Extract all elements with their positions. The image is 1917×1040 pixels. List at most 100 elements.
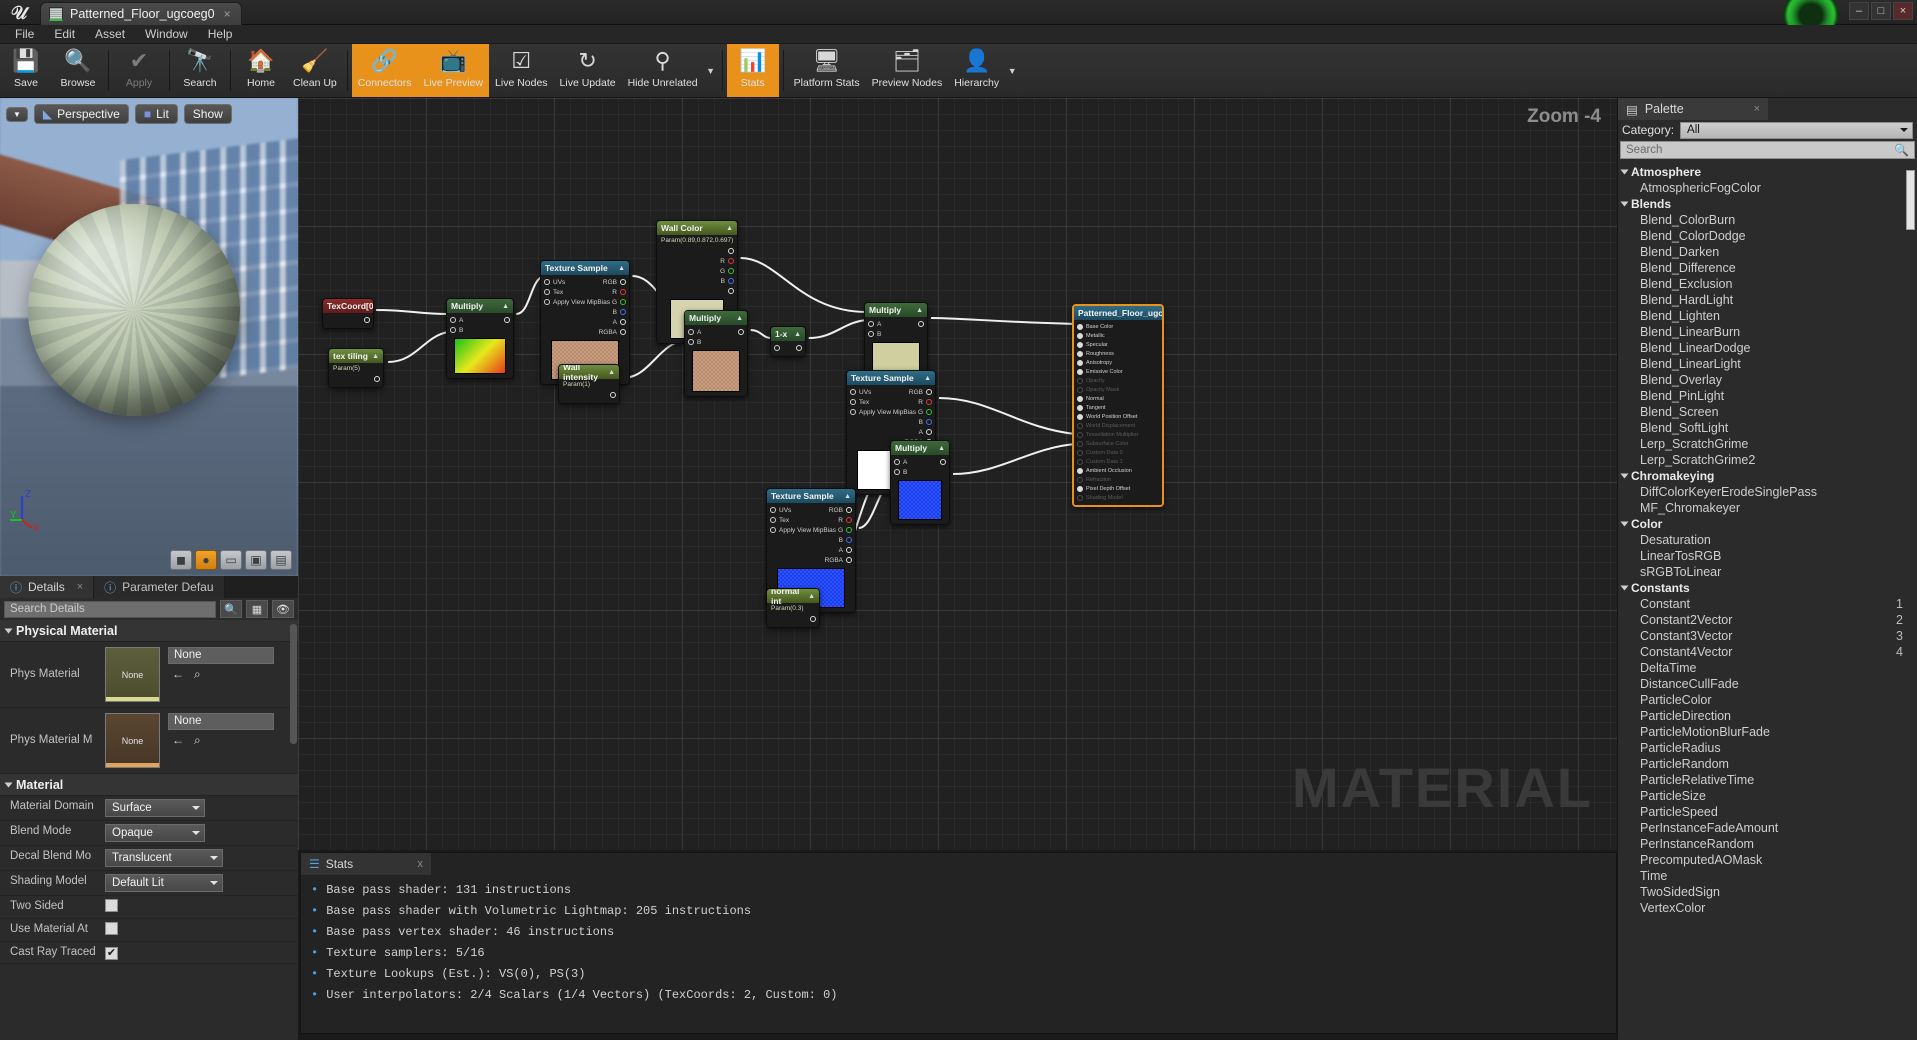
eye-icon[interactable]: 👁: [272, 600, 294, 618]
palette-item[interactable]: VertexColor: [1618, 900, 1917, 916]
node-output-pin[interactable]: [738, 329, 744, 335]
node-output-pin[interactable]: [926, 389, 932, 395]
toolbar-connectors-button[interactable]: 🔗 Connectors: [351, 44, 418, 97]
result-input-pin[interactable]: [1077, 431, 1083, 438]
toolbar-live-nodes-button[interactable]: ☑ Live Nodes: [489, 44, 554, 97]
palette-item[interactable]: MF_Chromakeyer: [1618, 500, 1917, 516]
node-input-pin[interactable]: [688, 339, 694, 345]
node-input-pin[interactable]: [450, 327, 456, 333]
minimize-button[interactable]: –: [1849, 2, 1869, 20]
node-input-pin[interactable]: [544, 289, 550, 295]
viewport-show-button[interactable]: Show: [183, 104, 232, 124]
use-selected-arrow-icon[interactable]: ←: [172, 667, 184, 682]
palette-item[interactable]: Lerp_ScratchGrime2: [1618, 452, 1917, 468]
result-input-pin[interactable]: [1077, 413, 1083, 420]
node-output-pin[interactable]: [796, 345, 802, 351]
graph-node-mult2[interactable]: Multiply ▲ A B: [684, 310, 748, 397]
palette-item[interactable]: sRGBToLinear: [1618, 564, 1917, 580]
palette-item[interactable]: PrecomputedAOMask: [1618, 852, 1917, 868]
palette-item[interactable]: Constant2Vector 2: [1618, 612, 1917, 628]
palette-category-color[interactable]: Color: [1618, 516, 1917, 532]
result-input-pin[interactable]: [1077, 476, 1083, 483]
palette-item[interactable]: Blend_Overlay: [1618, 372, 1917, 388]
node-output-pin[interactable]: [846, 537, 852, 543]
node-output-pin[interactable]: [846, 547, 852, 553]
property-dropdown[interactable]: Surface: [105, 799, 205, 817]
palette-item[interactable]: Blend_SoftLight: [1618, 420, 1917, 436]
graph-node-mult4[interactable]: Multiply ▲ A B: [890, 440, 950, 525]
shape-cylinder-button[interactable]: ◼: [170, 550, 192, 570]
collapse-arrow-icon[interactable]: ▲: [916, 307, 923, 314]
node-output-pin[interactable]: [620, 329, 626, 335]
node-output-pin[interactable]: [926, 419, 932, 425]
material-graph-canvas[interactable]: Zoom -4 MATERIAL TexCoord[0]▲tex tiling▲…: [298, 98, 1617, 850]
node-output-pin[interactable]: [728, 288, 734, 294]
palette-item[interactable]: ParticleSize: [1618, 788, 1917, 804]
node-output-pin[interactable]: [846, 557, 852, 563]
palette-item[interactable]: PerInstanceRandom: [1618, 836, 1917, 852]
node-input-pin[interactable]: [770, 507, 776, 513]
node-output-pin[interactable]: [926, 399, 932, 405]
node-output-pin[interactable]: [728, 268, 734, 274]
palette-category-blends[interactable]: Blends: [1618, 196, 1917, 212]
tab-details[interactable]: ⓘ Details ×: [0, 576, 95, 598]
palette-item[interactable]: Blend_ColorDodge: [1618, 228, 1917, 244]
node-output-pin[interactable]: [846, 527, 852, 533]
property-checkbox[interactable]: [105, 899, 118, 912]
grid-view-icon[interactable]: ▦: [246, 600, 268, 618]
use-selected-arrow-icon[interactable]: ←: [172, 733, 184, 748]
node-output-pin[interactable]: [940, 459, 946, 465]
palette-item[interactable]: Blend_HardLight: [1618, 292, 1917, 308]
result-input-pin[interactable]: [1077, 368, 1083, 375]
palette-item[interactable]: ParticleDirection: [1618, 708, 1917, 724]
details-section-header[interactable]: Physical Material: [0, 620, 298, 642]
palette-item[interactable]: ParticleRadius: [1618, 740, 1917, 756]
asset-name-field[interactable]: None: [168, 647, 274, 664]
collapse-arrow-icon[interactable]: ▲: [808, 593, 815, 600]
palette-item[interactable]: Blend_Lighten: [1618, 308, 1917, 324]
collapse-arrow-icon[interactable]: ▲: [618, 265, 625, 272]
result-input-pin[interactable]: [1077, 395, 1083, 402]
node-output-pin[interactable]: [918, 321, 924, 327]
palette-item[interactable]: ParticleSpeed: [1618, 804, 1917, 820]
toolbar-live-preview-button[interactable]: 📺 Live Preview: [417, 44, 490, 97]
shape-cube-button[interactable]: ▣: [245, 550, 267, 570]
palette-item[interactable]: Blend_Screen: [1618, 404, 1917, 420]
viewport-lit-button[interactable]: ■ Lit: [134, 104, 178, 124]
node-input-pin[interactable]: [774, 345, 780, 351]
palette-item[interactable]: Blend_Exclusion: [1618, 276, 1917, 292]
palette-item[interactable]: Constant3Vector 3: [1618, 628, 1917, 644]
close-icon[interactable]: ×: [77, 581, 83, 593]
preview-sphere-mesh[interactable]: [28, 204, 240, 416]
palette-category-constants[interactable]: Constants: [1618, 580, 1917, 596]
property-dropdown[interactable]: Translucent: [105, 849, 223, 867]
palette-item[interactable]: Blend_LinearBurn: [1618, 324, 1917, 340]
collapse-arrow-icon[interactable]: ▲: [794, 331, 801, 338]
graph-node-texTiling[interactable]: tex tiling ▲ Param(5): [328, 348, 384, 388]
toolbar-platform-stats-button[interactable]: 🖥 Platform Stats: [788, 44, 866, 97]
toolbar-browse-button[interactable]: 🔍 Browse: [52, 44, 104, 97]
palette-item[interactable]: Blend_Difference: [1618, 260, 1917, 276]
palette-item[interactable]: LinearTosRGB: [1618, 548, 1917, 564]
node-input-pin[interactable]: [868, 331, 874, 337]
graph-node-texcoord[interactable]: TexCoord[0]▲: [322, 298, 374, 329]
palette-item[interactable]: Blend_Darken: [1618, 244, 1917, 260]
node-input-pin[interactable]: [850, 399, 856, 405]
asset-tab[interactable]: Patterned_Floor_ugcoeg0 ×: [40, 2, 242, 25]
result-input-pin[interactable]: [1077, 359, 1083, 366]
node-input-pin[interactable]: [850, 389, 856, 395]
node-output-pin[interactable]: [728, 248, 734, 254]
node-output-pin[interactable]: [728, 258, 734, 264]
palette-item[interactable]: DeltaTime: [1618, 660, 1917, 676]
result-input-pin[interactable]: [1077, 323, 1083, 330]
node-output-pin[interactable]: [610, 392, 616, 398]
collapse-arrow-icon[interactable]: ▲: [608, 369, 615, 376]
node-output-pin[interactable]: [810, 616, 816, 622]
palette-item[interactable]: ParticleColor: [1618, 692, 1917, 708]
toolbar-search-button[interactable]: 🔭 Search: [174, 44, 226, 97]
property-checkbox[interactable]: ✔: [105, 947, 118, 960]
node-input-pin[interactable]: [770, 517, 776, 523]
graph-node-result[interactable]: Patterned_Floor_ugcoeg0▲ Base Color Metall…: [1072, 304, 1164, 507]
palette-item[interactable]: Lerp_ScratchGrime: [1618, 436, 1917, 452]
node-input-pin[interactable]: [868, 321, 874, 327]
